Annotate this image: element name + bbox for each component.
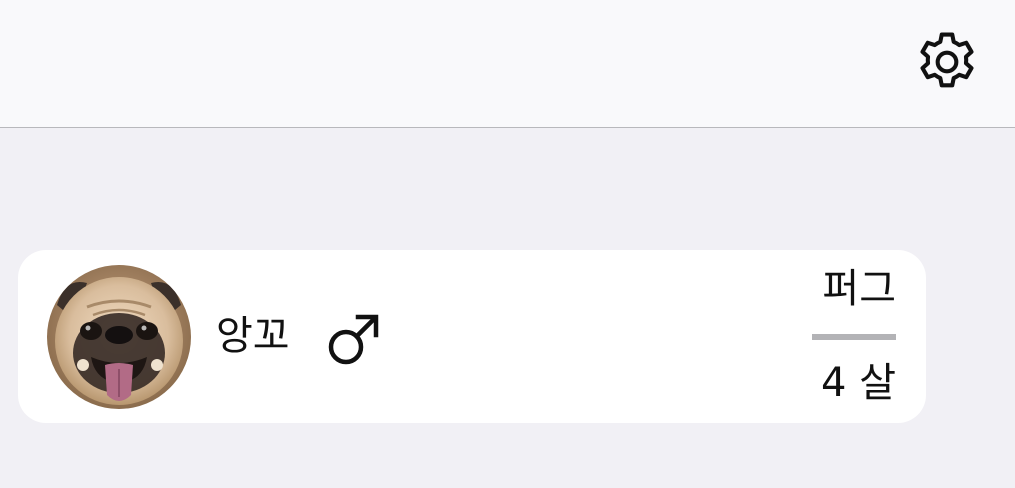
pet-card[interactable]: 앙꼬 퍼그 4 살: [18, 250, 926, 423]
navigation-bar: [0, 0, 1015, 128]
pet-breed: 퍼그: [822, 266, 896, 312]
divider: [812, 334, 896, 340]
pug-photo: [47, 265, 191, 409]
settings-button[interactable]: [912, 27, 982, 97]
male-icon: [328, 314, 379, 365]
gear-icon: [920, 32, 974, 88]
pet-age: 4 살: [821, 360, 896, 406]
pet-avatar: [47, 265, 191, 409]
pet-name: 앙꼬: [216, 313, 290, 359]
